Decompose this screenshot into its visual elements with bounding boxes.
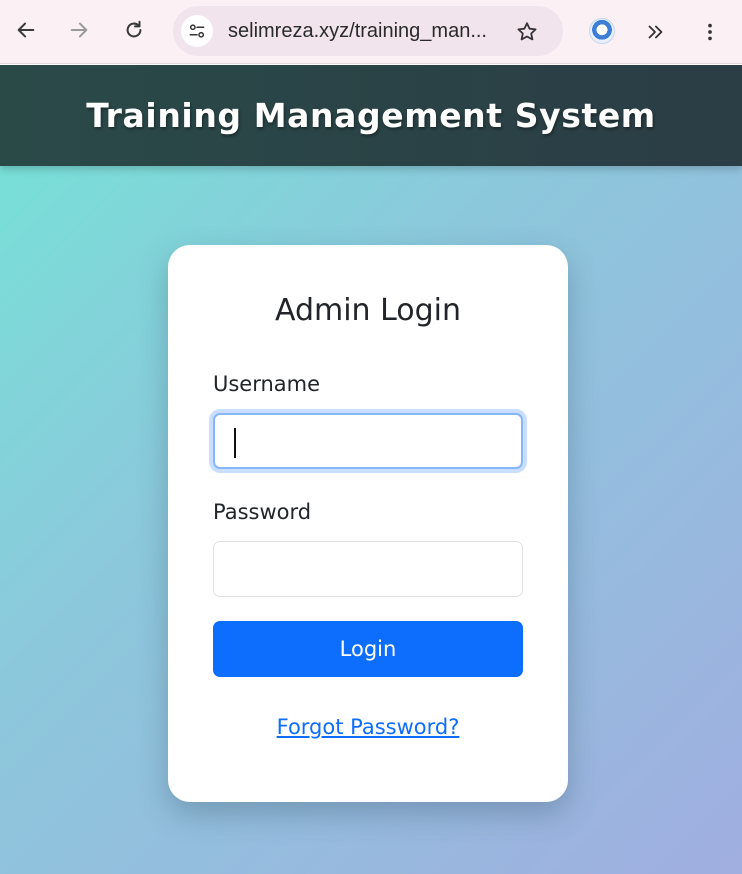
text-caret: [234, 428, 236, 458]
double-chevron-right-icon: [648, 25, 663, 39]
username-label: Username: [213, 372, 321, 396]
extension-icon[interactable]: [589, 18, 615, 44]
site-header: Training Management System: [0, 65, 742, 166]
star-icon: [517, 22, 537, 41]
site-info-button[interactable]: [181, 15, 213, 47]
address-bar[interactable]: selimreza.xyz/training_man...: [173, 6, 563, 56]
forward-button[interactable]: [63, 12, 95, 48]
arrow-left-icon: [17, 22, 35, 38]
login-card: Admin Login Username Password Login Forg…: [168, 245, 568, 802]
password-label: Password: [213, 500, 312, 524]
arrow-right-icon: [70, 22, 88, 38]
reload-button[interactable]: [118, 12, 150, 48]
login-heading: Admin Login: [274, 293, 462, 328]
bookmark-button[interactable]: [513, 18, 541, 46]
browser-toolbar: selimreza.xyz/training_man...: [0, 0, 742, 64]
login-button[interactable]: Login: [213, 621, 523, 677]
username-input[interactable]: [213, 413, 523, 469]
site-title: Training Management System: [86, 96, 656, 135]
tune-icon: [189, 24, 205, 38]
more-extensions-button[interactable]: [640, 17, 670, 47]
password-input[interactable]: [213, 541, 523, 597]
forgot-password-link[interactable]: Forgot Password?: [168, 715, 568, 739]
back-button[interactable]: [10, 12, 42, 48]
page-background: Training Management System Admin Login U…: [0, 65, 742, 874]
browser-menu-button[interactable]: [696, 17, 724, 47]
reload-icon: [126, 20, 142, 38]
url-text[interactable]: selimreza.xyz/training_man...: [228, 20, 487, 43]
kebab-menu-icon: [708, 23, 712, 41]
